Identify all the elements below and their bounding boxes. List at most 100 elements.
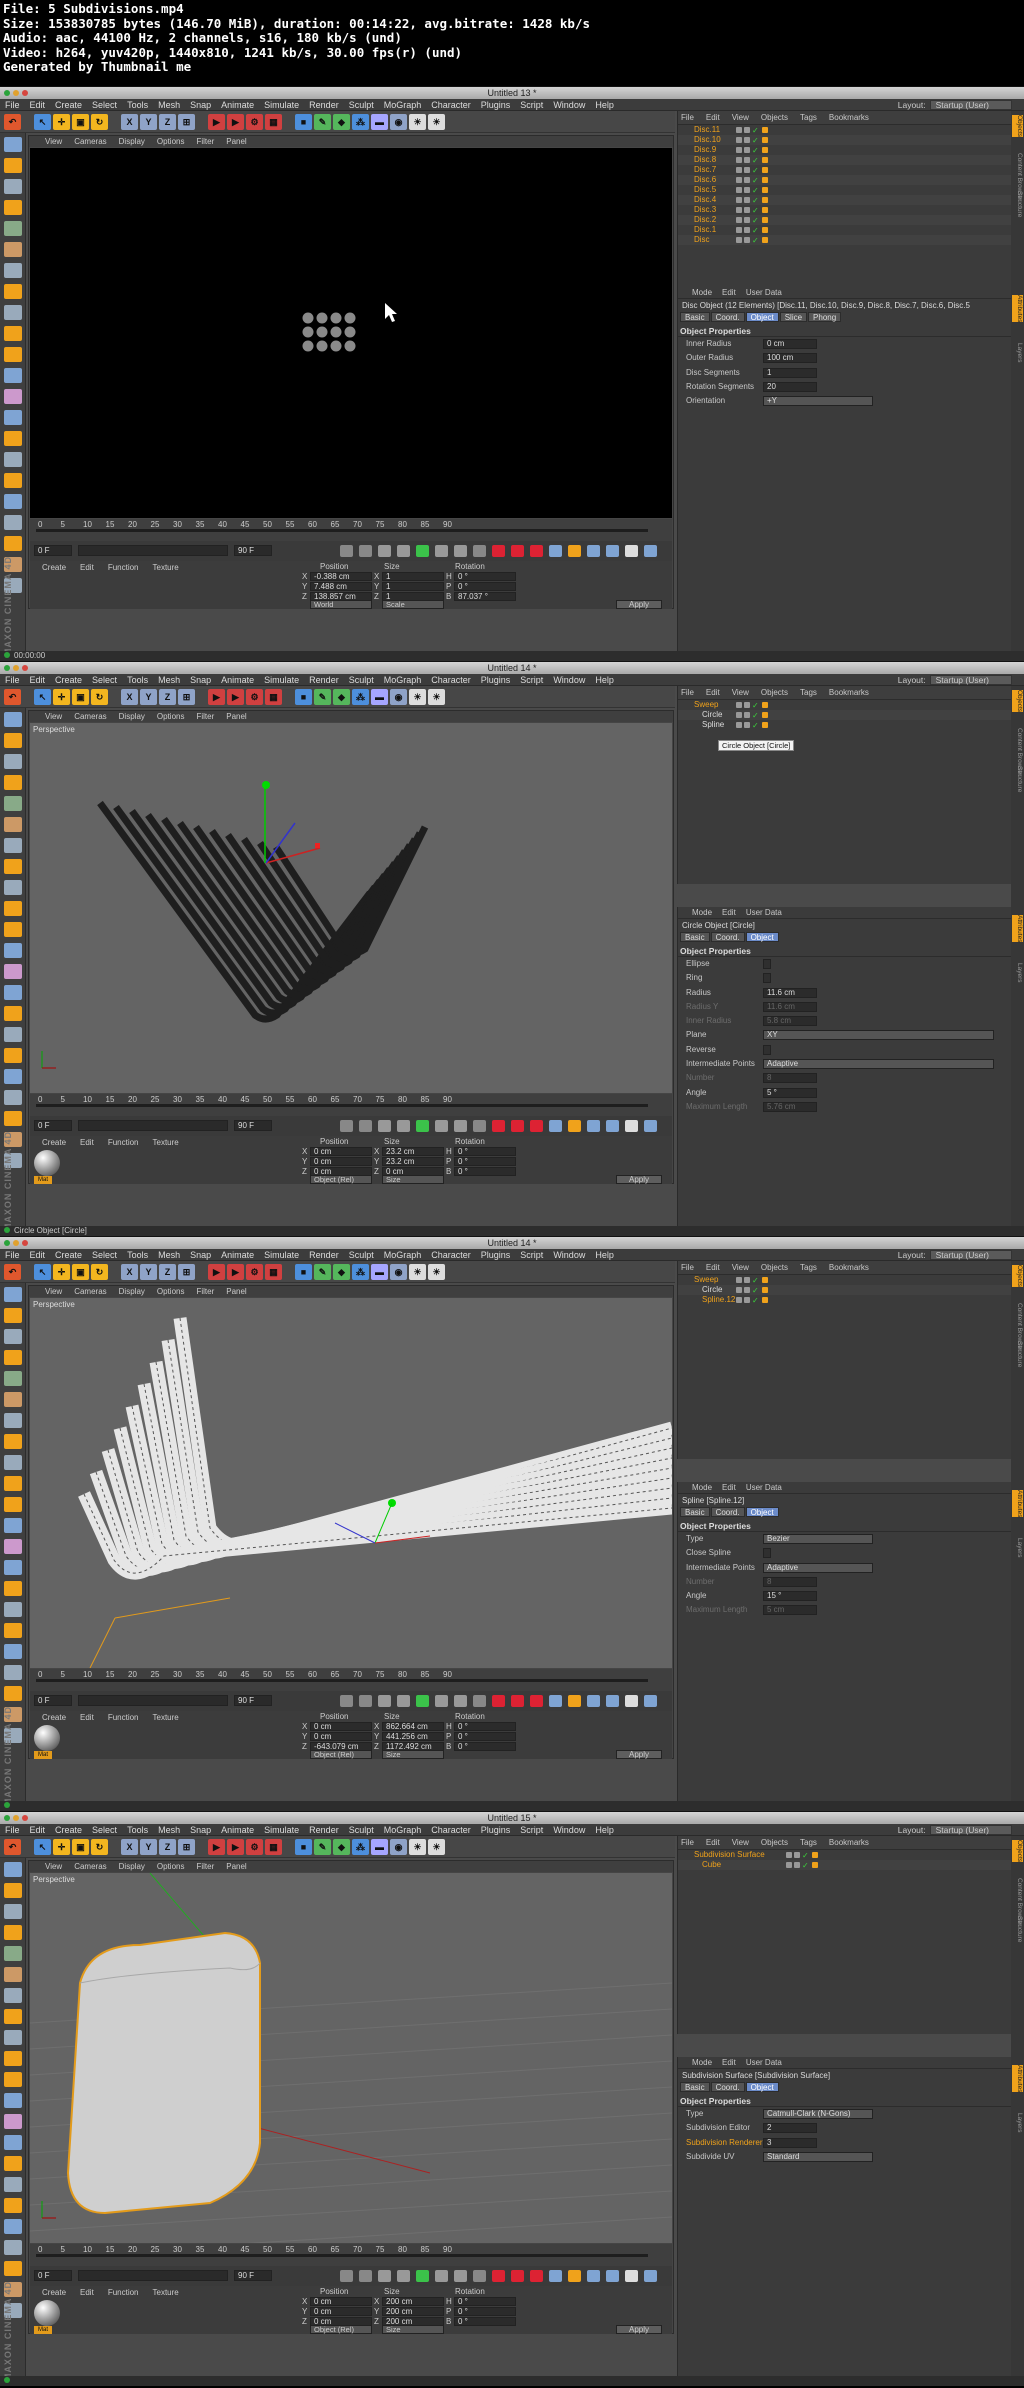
cube-icon[interactable]: ■ <box>295 114 312 130</box>
uv-points-icon[interactable] <box>4 2093 22 2108</box>
pen-spline-icon[interactable]: ✎ <box>314 689 331 705</box>
visibility-dot-icon[interactable] <box>744 1297 750 1303</box>
key-scale-icon[interactable] <box>568 1120 581 1132</box>
object-row[interactable]: Disc.1 ✓ <box>678 225 1011 235</box>
menu-create[interactable]: Create <box>50 1249 87 1261</box>
record-icon[interactable] <box>492 1120 505 1132</box>
prev-key-icon[interactable] <box>359 2270 372 2282</box>
light-icon[interactable]: ☀ <box>409 689 426 705</box>
object-name[interactable]: Disc.3 <box>694 205 716 214</box>
apply-button[interactable]: Apply <box>616 1750 662 1759</box>
tag-icon[interactable] <box>761 167 768 173</box>
viewport-menu-view[interactable]: View <box>45 1862 62 1871</box>
visibility-dot-icon[interactable] <box>744 157 750 163</box>
attr-menu-mode[interactable]: Mode <box>692 1483 712 1492</box>
bevel-icon[interactable] <box>4 515 22 530</box>
minimize-window-button[interactable] <box>13 665 19 671</box>
prev-key-icon[interactable] <box>359 545 372 557</box>
viewport-menu-panel[interactable]: Panel <box>226 1287 246 1296</box>
snap-icon[interactable] <box>4 1455 22 1470</box>
menu-tools[interactable]: Tools <box>122 674 153 686</box>
material-name[interactable]: Mat <box>34 1751 52 1759</box>
layer-dot-icon[interactable] <box>736 227 742 233</box>
object-row[interactable]: Disc.8 ✓ <box>678 155 1011 165</box>
property-value[interactable]: Adaptive <box>763 1059 994 1070</box>
coord-size-dropdown[interactable]: Scale <box>382 600 444 609</box>
apply-button[interactable]: Apply <box>616 1175 662 1184</box>
layer-dot-icon[interactable] <box>736 127 742 133</box>
uv-polygons-icon[interactable] <box>4 1539 22 1554</box>
timeline-icon[interactable] <box>644 1695 657 1707</box>
snap-icon[interactable] <box>4 880 22 895</box>
polygons-mode-icon[interactable] <box>4 817 22 832</box>
property-value[interactable]: 20 <box>763 381 817 392</box>
tag-icon[interactable] <box>761 237 768 243</box>
key-rotation-icon[interactable] <box>587 1695 600 1707</box>
brush-icon[interactable] <box>4 473 22 488</box>
tweak-mode-icon[interactable] <box>4 284 22 299</box>
snap-icon[interactable] <box>4 2030 22 2045</box>
tag-icon[interactable] <box>811 1862 818 1868</box>
frame-slider[interactable] <box>78 1120 228 1131</box>
material-menu-texture[interactable]: Texture <box>153 1713 179 1722</box>
om-menu-tags[interactable]: Tags <box>800 1838 817 1847</box>
tag-icon[interactable] <box>761 187 768 193</box>
floor-icon[interactable]: ▬ <box>371 114 388 130</box>
menu-simulate[interactable]: Simulate <box>259 674 304 686</box>
play-back-icon[interactable] <box>397 1695 410 1707</box>
dock-tab[interactable]: Layers <box>1012 343 1023 363</box>
layer-dot-icon[interactable] <box>736 197 742 203</box>
tab-object[interactable]: Object <box>745 932 779 942</box>
undo-icon[interactable]: ↶ <box>4 1839 21 1855</box>
paint-icon[interactable] <box>4 410 22 425</box>
tab-object[interactable]: Object <box>745 1507 779 1517</box>
array-icon[interactable]: ⁂ <box>352 1264 369 1280</box>
close-window-button[interactable] <box>4 1815 10 1821</box>
play-back-icon[interactable] <box>397 545 410 557</box>
menu-snap[interactable]: Snap <box>185 99 216 111</box>
coord-system-icon[interactable]: ⊞ <box>178 1264 195 1280</box>
uv-points-icon[interactable] <box>4 368 22 383</box>
material-menu-function[interactable]: Function <box>108 1138 139 1147</box>
layer-dot-icon[interactable] <box>736 147 742 153</box>
menu-render[interactable]: Render <box>304 1824 344 1836</box>
y-axis-icon[interactable]: Y <box>140 114 157 130</box>
viewport-menu-cameras[interactable]: Cameras <box>74 137 106 146</box>
zoom-window-button[interactable] <box>22 90 28 96</box>
om-menu-tags[interactable]: Tags <box>800 1263 817 1272</box>
menu-plugins[interactable]: Plugins <box>476 674 516 686</box>
object-name[interactable]: Disc.9 <box>694 145 716 154</box>
layer-dot-icon[interactable] <box>736 217 742 223</box>
tag-icon[interactable] <box>761 207 768 213</box>
next-frame-icon[interactable] <box>435 1120 448 1132</box>
apply-button[interactable]: Apply <box>616 2325 662 2334</box>
menu-window[interactable]: Window <box>548 674 590 686</box>
magnet-icon[interactable] <box>4 1006 22 1021</box>
bridge-icon[interactable] <box>4 1111 22 1126</box>
enabled-check-icon[interactable]: ✓ <box>752 1296 759 1305</box>
tag-icon[interactable] <box>761 722 768 728</box>
layer-dot-icon[interactable] <box>736 1277 742 1283</box>
key-position-icon[interactable] <box>549 2270 562 2282</box>
tab-coord[interactable]: Coord. <box>710 1507 745 1517</box>
z-axis-icon[interactable]: Z <box>159 1264 176 1280</box>
tab-coord[interactable]: Coord. <box>710 2082 745 2092</box>
planar-workplane-icon[interactable] <box>4 2072 22 2087</box>
menu-snap[interactable]: Snap <box>185 1249 216 1261</box>
dock-tab[interactable]: Objects <box>1012 690 1023 713</box>
object-name[interactable]: Sweep <box>694 1275 718 1284</box>
locked-workplane-icon[interactable] <box>4 901 22 916</box>
object-row[interactable]: Disc.6 ✓ <box>678 175 1011 185</box>
menu-select[interactable]: Select <box>87 1249 122 1261</box>
menu-help[interactable]: Help <box>590 674 619 686</box>
menu-render[interactable]: Render <box>304 99 344 111</box>
planar-workplane-icon[interactable] <box>4 922 22 937</box>
menu-file[interactable]: File <box>0 99 25 111</box>
menu-animate[interactable]: Animate <box>216 99 259 111</box>
menu-script[interactable]: Script <box>515 1249 548 1261</box>
uv-polygons-icon[interactable] <box>4 389 22 404</box>
locked-workplane-icon[interactable] <box>4 326 22 341</box>
render-picture-icon[interactable]: ▶ <box>227 1839 244 1855</box>
coord-rot-field[interactable]: 0 ° <box>454 2307 516 2316</box>
array-icon[interactable]: ⁂ <box>352 689 369 705</box>
